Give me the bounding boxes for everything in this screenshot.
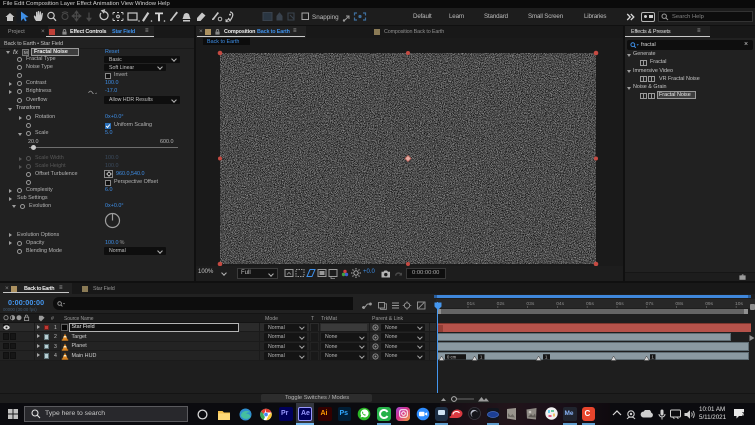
svg-text:T: T — [311, 316, 315, 322]
svg-text:#: # — [51, 316, 54, 322]
svg-text:Parent & Link: Parent & Link — [372, 316, 404, 322]
svg-text:Mode: Mode — [265, 316, 278, 322]
svg-text:Source Name: Source Name — [64, 316, 94, 322]
svg-text:0 cm: 0 cm — [447, 354, 457, 359]
svg-text:Snapping: Snapping — [312, 14, 339, 21]
svg-text:TrkMat: TrkMat — [321, 316, 338, 322]
